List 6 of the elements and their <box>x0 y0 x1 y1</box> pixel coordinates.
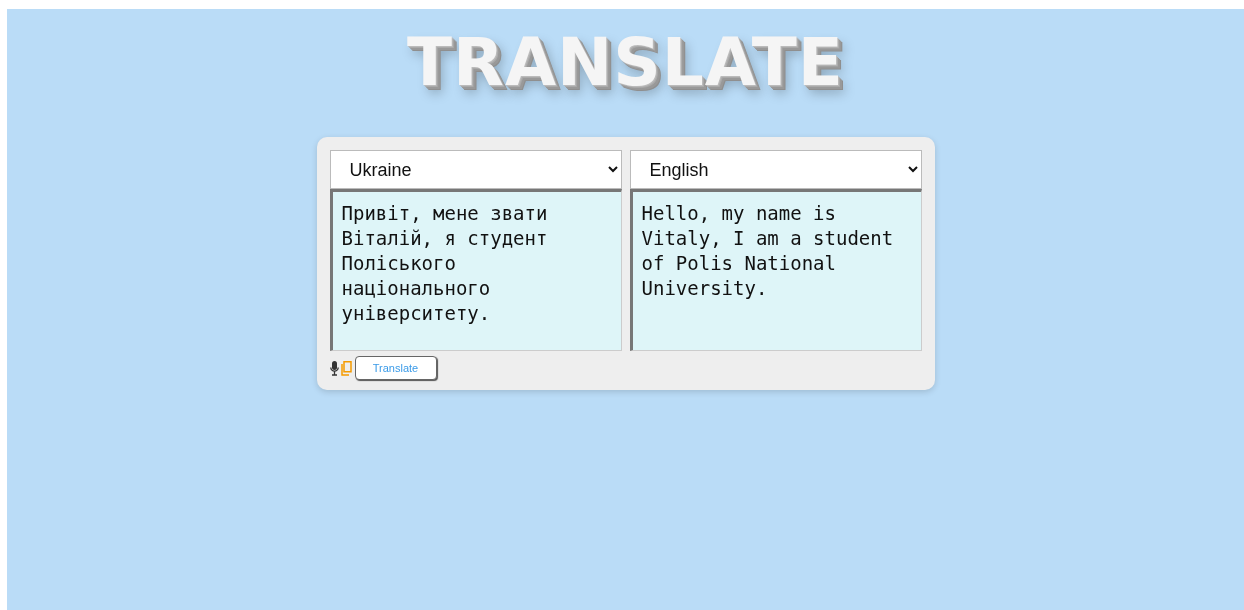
language-select[interactable]: Ukraine <box>329 150 622 189</box>
page-title: TRANSLATE <box>407 23 844 103</box>
text-area[interactable]: Привіт, мене звати Віталій, я студент Поліського національного університету. <box>329 189 622 351</box>
language-select[interactable]: English <box>629 150 922 189</box>
text-area[interactable]: Hello, my name is Vitaly, I am a student of Polis National University. <box>629 189 922 351</box>
microphone-icon[interactable] <box>329 360 339 376</box>
